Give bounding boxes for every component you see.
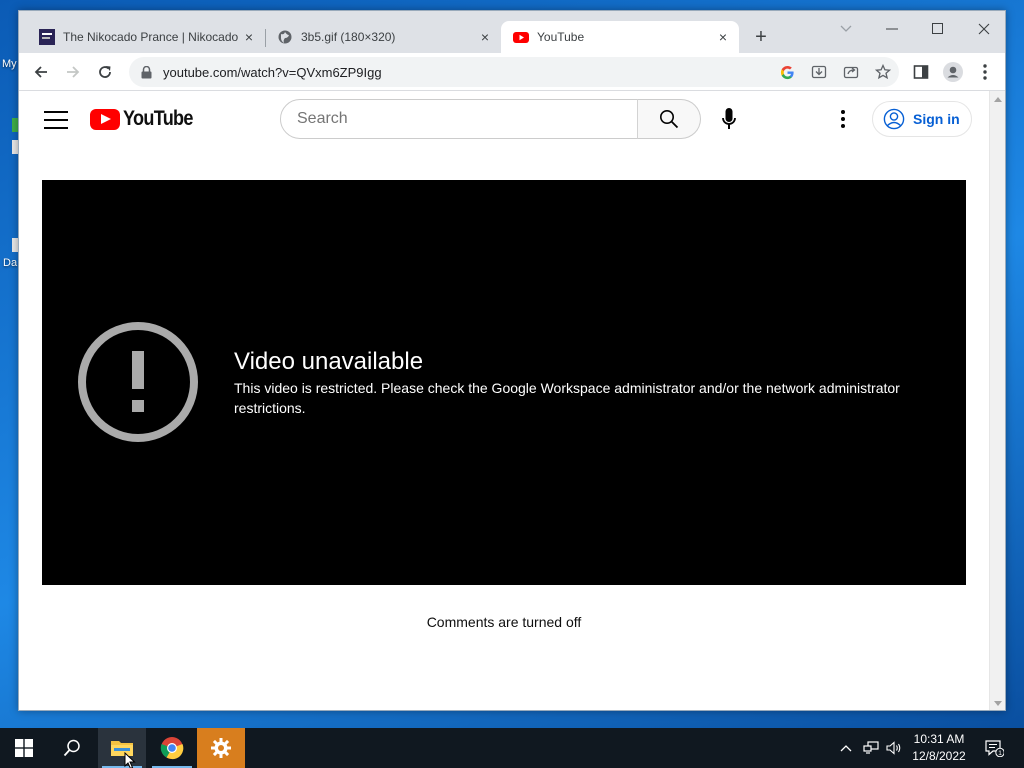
- account-circle-icon: [883, 108, 905, 130]
- sign-in-button[interactable]: Sign in: [872, 101, 972, 137]
- taskbar: 10:31 AM 12/8/2022 1: [0, 728, 1024, 768]
- sign-in-label: Sign in: [913, 111, 960, 127]
- close-tab-icon[interactable]: ×: [475, 27, 495, 47]
- taskbar-search-button[interactable]: [48, 728, 96, 768]
- tab-youtube[interactable]: YouTube ×: [501, 21, 739, 53]
- close-tab-icon[interactable]: ×: [713, 27, 733, 47]
- omnibox-actions: [771, 57, 899, 87]
- error-exclamation-icon: [78, 322, 198, 442]
- scroll-up-icon[interactable]: [994, 97, 1002, 102]
- system-clock[interactable]: 10:31 AM 12/8/2022: [906, 731, 972, 765]
- scroll-down-icon[interactable]: [994, 701, 1002, 706]
- bookmark-star-icon[interactable]: [867, 57, 899, 87]
- close-tab-icon[interactable]: ×: [239, 27, 259, 47]
- search-icon: [660, 110, 679, 129]
- search-icon: [63, 739, 80, 757]
- microphone-icon: [722, 108, 736, 129]
- reload-icon[interactable]: [91, 58, 119, 86]
- share-icon[interactable]: [835, 57, 867, 87]
- tab-gif[interactable]: 3b5.gif (180×320) ×: [265, 21, 501, 53]
- chrome-taskbar-button[interactable]: [148, 728, 196, 768]
- tab-title: The Nikocado Prance | Nikocado: [63, 30, 239, 44]
- chrome-window: The Nikocado Prance | Nikocado × 3b5.gif…: [18, 10, 1006, 711]
- error-message: This video is restricted. Please check t…: [234, 380, 900, 416]
- desktop-icon-label[interactable]: My: [2, 58, 17, 70]
- google-translate-icon[interactable]: [771, 57, 803, 87]
- back-icon[interactable]: [27, 58, 55, 86]
- mouse-cursor-icon: [124, 752, 136, 768]
- show-hidden-icons-icon[interactable]: [836, 728, 856, 768]
- gear-icon: [211, 738, 231, 758]
- error-title: Video unavailable: [234, 348, 424, 375]
- forward-icon[interactable]: [59, 58, 87, 86]
- video-player[interactable]: Video unavailable This video is restrict…: [42, 180, 966, 585]
- site-favicon-icon: [39, 29, 55, 45]
- more-menu-icon[interactable]: [971, 58, 999, 86]
- address-bar[interactable]: youtube.com/watch?v=QVxm6ZP9Igg: [129, 57, 899, 87]
- notification-count: 1: [998, 750, 1002, 757]
- url-text[interactable]: youtube.com/watch?v=QVxm6ZP9Igg: [163, 65, 382, 80]
- page-scrollbar[interactable]: [989, 91, 1005, 710]
- settings-taskbar-button[interactable]: [197, 728, 245, 768]
- windows-logo-icon: [15, 739, 33, 757]
- lock-icon[interactable]: [139, 65, 153, 79]
- hamburger-menu-icon[interactable]: [44, 111, 68, 129]
- minimize-icon[interactable]: [869, 15, 915, 43]
- new-tab-icon[interactable]: +: [749, 25, 773, 49]
- notification-center-icon[interactable]: 1: [980, 728, 1008, 768]
- volume-icon[interactable]: [884, 728, 904, 768]
- tab-title: 3b5.gif (180×320): [301, 30, 396, 44]
- maximize-icon[interactable]: [915, 15, 961, 43]
- chrome-icon: [160, 737, 184, 760]
- tab-search-icon[interactable]: [823, 15, 869, 43]
- browser-toolbar: youtube.com/watch?v=QVxm6ZP9Igg: [19, 53, 1005, 91]
- side-panel-icon[interactable]: [907, 58, 935, 86]
- file-explorer-button[interactable]: [98, 728, 146, 768]
- tab-title: YouTube: [537, 30, 585, 44]
- youtube-play-icon: [90, 108, 120, 130]
- tab-strip: The Nikocado Prance | Nikocado × 3b5.gif…: [19, 11, 1005, 53]
- desktop-icon-label[interactable]: Da: [3, 257, 17, 269]
- youtube-logo-text: YouTube: [123, 107, 193, 130]
- globe-icon: [277, 29, 293, 45]
- close-window-icon[interactable]: [961, 15, 1005, 43]
- youtube-logo[interactable]: YouTube: [90, 106, 204, 132]
- comments-status: Comments are turned off: [426, 614, 582, 630]
- search-input[interactable]: [297, 110, 617, 128]
- install-app-icon[interactable]: [803, 57, 835, 87]
- clock-time: 10:31 AM: [913, 732, 965, 746]
- youtube-favicon-icon: [513, 29, 529, 45]
- voice-search-button[interactable]: [709, 99, 749, 139]
- youtube-page: YouTube Sign in Video unavailable This v…: [19, 91, 989, 710]
- start-button[interactable]: [0, 728, 48, 768]
- search-box[interactable]: [280, 99, 638, 139]
- network-icon[interactable]: [860, 728, 882, 768]
- clock-date: 12/8/2022: [912, 749, 966, 763]
- search-button[interactable]: [637, 99, 701, 139]
- profile-icon[interactable]: [939, 58, 967, 86]
- tab-nikocado[interactable]: The Nikocado Prance | Nikocado ×: [27, 21, 265, 53]
- settings-more-icon[interactable]: [831, 107, 855, 131]
